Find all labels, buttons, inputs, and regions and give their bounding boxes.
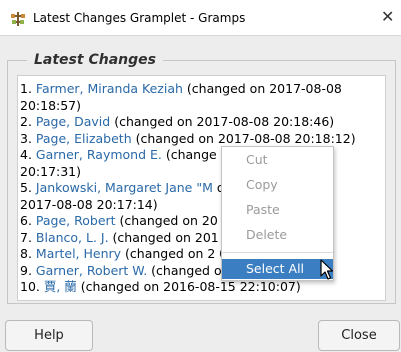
change-text: 7. [20, 229, 36, 245]
change-text: 8. [20, 246, 36, 261]
mouse-pointer-icon [320, 259, 334, 280]
change-line: 4. Garner, Raymond E. (change [20, 147, 217, 163]
help-button[interactable]: Help [5, 320, 93, 351]
change-text: 6. [20, 213, 36, 228]
change-line: 20:18:57) [20, 98, 81, 114]
frame-legend: Latest Changes [27, 52, 163, 68]
menu-item-cut[interactable]: Cut [222, 150, 333, 170]
person-link[interactable]: Farmer, Miranda Keziah [36, 81, 183, 96]
close-button[interactable]: Close [318, 320, 400, 351]
change-text: 20:17:31) [20, 163, 82, 179]
person-link[interactable]: Martel, Henry [36, 246, 121, 261]
person-link[interactable]: Blanco, L. J. [36, 230, 109, 245]
change-text: 2017-08-08 20:17:14) [20, 196, 158, 212]
change-text: (change [161, 147, 217, 162]
gramps-tree-icon [11, 12, 25, 26]
change-text: (changed on 2016-08-15 22:10:07) [76, 279, 301, 294]
change-text: (changed on 2017-08-08 [182, 81, 342, 96]
person-link[interactable]: Garner, Raymond E. [36, 147, 162, 162]
change-line: 6. Page, Robert (changed on 20 7) [20, 213, 235, 229]
person-link[interactable]: Page, Robert [36, 213, 116, 228]
change-text: 2. [20, 114, 36, 129]
person-link[interactable]: Page, Elizabeth [36, 131, 132, 146]
change-text: 4. [20, 147, 36, 162]
change-line: 7. Blanco, L. J. (changed on 201 09) [20, 230, 244, 246]
menu-item-paste[interactable]: Paste [222, 200, 333, 220]
close-icon[interactable]: ✕ [381, 9, 394, 25]
change-text: 3. [20, 130, 36, 146]
change-text: 10. [20, 279, 44, 294]
menu-item-select-all[interactable]: Select All [222, 259, 333, 279]
person-link[interactable]: Garner, Robert W. [36, 263, 147, 278]
change-line: 2017-08-08 20:17:14) [20, 197, 158, 213]
change-text: 9. [20, 262, 36, 278]
change-text: (changed on 20 7) [115, 213, 235, 228]
change-text: 20:18:57) [20, 97, 82, 113]
context-menu: Cut Copy Paste Delete Select All [221, 146, 334, 281]
change-line: 2. Page, David (changed on 2017-08-08 20… [20, 114, 334, 130]
menu-separator [222, 252, 333, 253]
change-line: 1. Farmer, Miranda Keziah (changed on 20… [20, 81, 342, 97]
menu-item-delete[interactable]: Delete [222, 225, 333, 245]
person-link[interactable]: 賈, 蘭 [44, 279, 77, 294]
change-text: (changed on 2017-08-08 20:18:12) [131, 130, 356, 146]
change-text: 1. [20, 81, 36, 96]
menu-item-copy[interactable]: Copy [222, 175, 333, 195]
change-line: 3. Page, Elizabeth (changed on 2017-08-0… [20, 131, 356, 147]
person-link[interactable]: Jankowski, Margaret Jane "M [36, 180, 213, 195]
person-link[interactable]: Page, David [36, 114, 110, 129]
change-line: 20:17:31) [20, 164, 81, 180]
change-line: 10. 賈, 蘭 (changed on 2016-08-15 22:10:07… [20, 279, 301, 295]
change-text: 5. [20, 180, 36, 195]
title-bar: Latest Changes Gramplet - Gramps ✕ [0, 0, 401, 36]
change-line: 8. Martel, Henry (changed on 2 08) [20, 246, 240, 262]
change-line: 5. Jankowski, Margaret Jane "M on [20, 180, 232, 196]
window-title: Latest Changes Gramplet - Gramps [33, 11, 246, 25]
change-text: (changed on 2017-08-08 20:18:46) [110, 114, 335, 129]
